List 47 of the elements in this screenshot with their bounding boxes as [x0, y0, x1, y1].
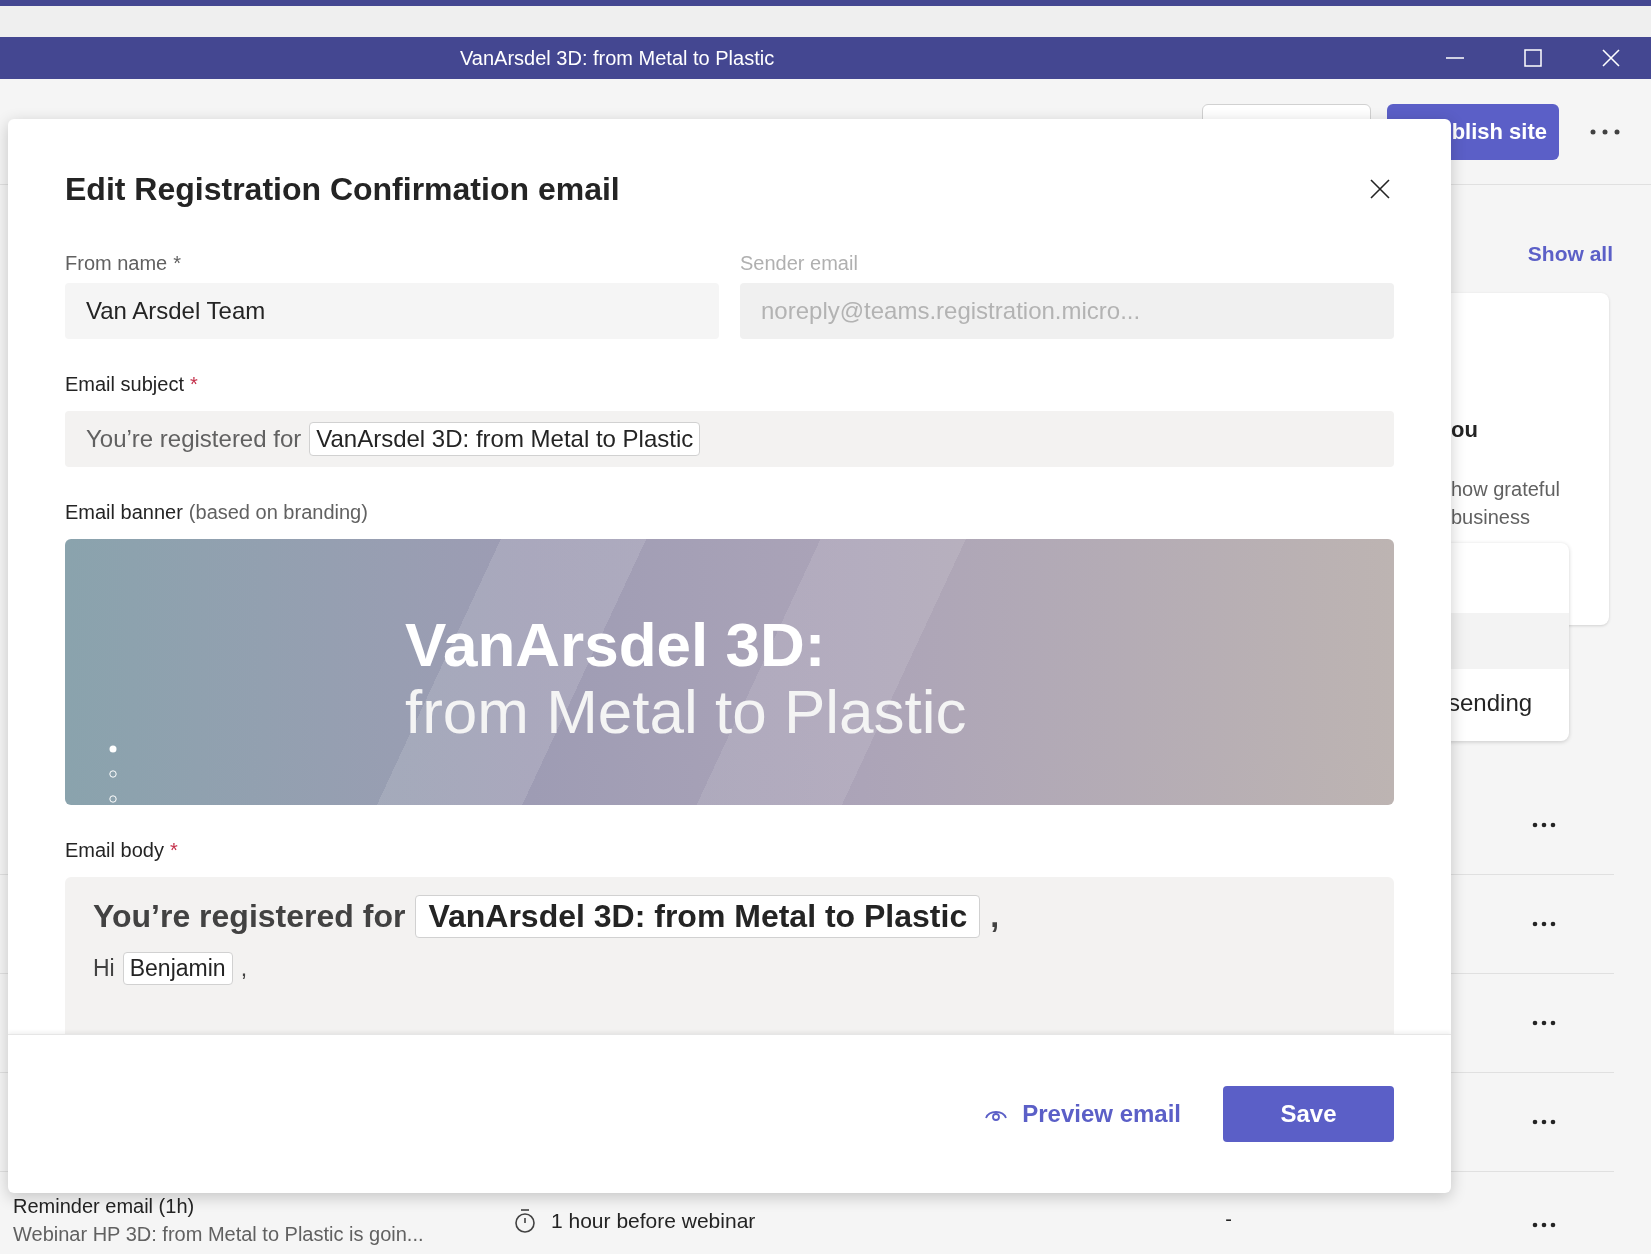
card-text: how grateful — [1451, 477, 1561, 502]
required-mark: * — [189, 373, 198, 395]
more-icon[interactable] — [1532, 1222, 1556, 1228]
banner-subtitle: from Metal to Plastic — [405, 678, 967, 746]
reminder-name: Reminder email (1h) — [13, 1194, 196, 1219]
more-icon[interactable] — [1589, 127, 1621, 136]
required-mark: * — [173, 252, 182, 274]
more-icon[interactable] — [1532, 1119, 1556, 1125]
dialog-title: Edit Registration Confirmation email — [65, 170, 620, 209]
preview-email-button[interactable]: Preview email — [984, 1100, 1181, 1128]
reminder-preview: Webinar HP 3D: from Metal to Plastic is goin... — [13, 1222, 425, 1247]
event-token: VanArsdel 3D: from Metal to Plastic — [415, 895, 981, 938]
subject-field[interactable]: You’re registered for VanArsdel 3D: from Metal to Plastic — [65, 411, 1394, 467]
more-icon[interactable] — [1532, 921, 1556, 927]
field-hint: (based on branding) — [188, 501, 368, 523]
more-icon[interactable] — [1532, 821, 1556, 828]
field-value: noreply@teams.registration.micro... — [761, 297, 1141, 325]
show-all-link[interactable]: Show all — [1527, 242, 1613, 266]
carousel-dots-icon — [108, 744, 118, 804]
maximize-icon[interactable] — [1523, 48, 1543, 68]
required-mark: * — [169, 839, 178, 861]
email-body-field[interactable]: You’re registered for VanArsdel 3D: from Metal to Plastic , Hi Benjamin , — [65, 877, 1394, 1034]
event-token: VanArsdel 3D: from Metal to Plastic — [309, 422, 701, 456]
close-icon[interactable] — [1370, 179, 1390, 199]
field-label: Email banner — [65, 501, 183, 523]
name-token: Benjamin — [122, 952, 233, 985]
field-label: Sender email — [740, 252, 858, 274]
table-cell: - — [1225, 1208, 1232, 1231]
punctuation: , — [990, 898, 1000, 935]
field-label: Email subject — [65, 373, 184, 395]
field-value: Van Arsdel Team — [86, 297, 266, 325]
subject-text: You’re registered for — [86, 425, 302, 453]
save-button[interactable]: Save — [1223, 1086, 1394, 1142]
window-title: VanArsdel 3D: from Metal to Plastic — [460, 46, 775, 70]
card-text: sending — [1448, 689, 1534, 717]
punctuation: , — [240, 955, 247, 982]
input-field[interactable]: Van Arsdel Team — [65, 283, 719, 339]
card-text: business — [1451, 505, 1531, 530]
body-heading: You’re registered for — [93, 898, 406, 935]
timer-icon — [513, 1208, 537, 1234]
field-label: From name — [65, 252, 168, 274]
reminder-timing: 1 hour before webinar — [551, 1209, 756, 1233]
greeting-text: Hi — [93, 955, 115, 982]
more-icon[interactable] — [1532, 1020, 1556, 1026]
banner-title: VanArsdel 3D: — [405, 612, 827, 678]
card-title: ou — [1451, 417, 1479, 443]
field-label: Email body — [65, 839, 164, 861]
